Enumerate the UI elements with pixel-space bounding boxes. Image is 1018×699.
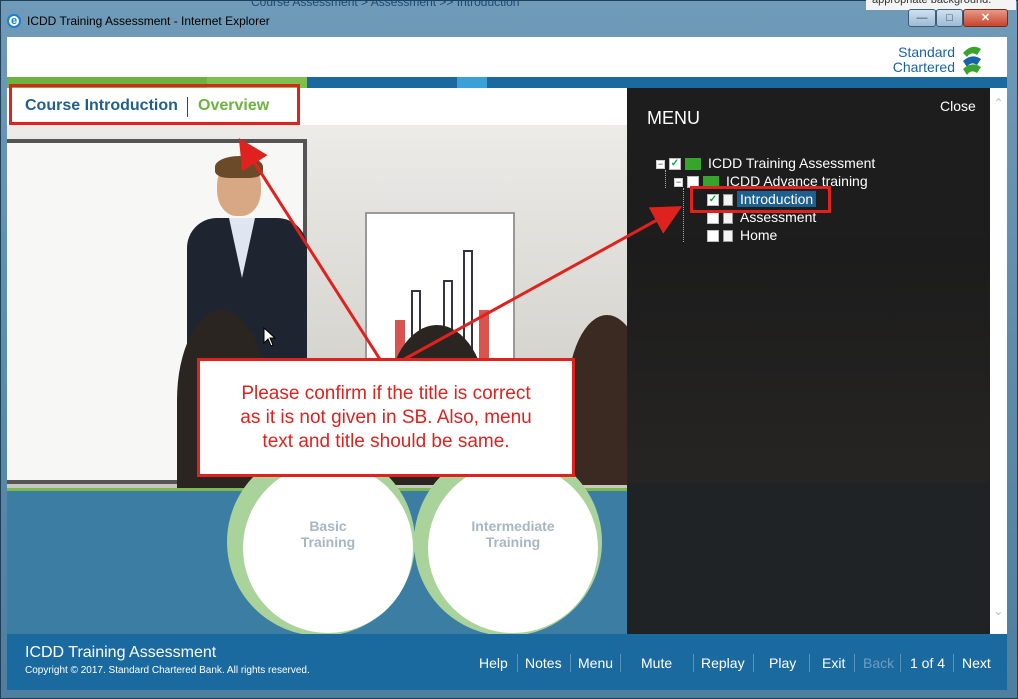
vertical-scrollbar[interactable]: ⌃ ⌄ [990,88,1007,634]
collapse-icon[interactable]: − [674,177,683,187]
logo-text-line1: Standard [898,44,955,60]
player-footer: ICDD Training Assessment Copyright © 201… [7,634,1007,690]
replay-button[interactable]: Replay [701,655,745,671]
logo-text-line2: Chartered [892,59,955,75]
checkbox[interactable] [707,230,719,243]
review-comment-line2: as it is not given in SB. Also, menu [240,407,532,428]
basic-training-card[interactable]: Basic Training [243,451,413,633]
help-button[interactable]: Help [479,655,508,671]
window-titlebar[interactable]: e ICDD Training Assessment - Internet Ex… [1,1,1017,37]
checkbox[interactable] [707,212,719,225]
menu-item-label: Home [740,227,778,243]
back-button[interactable]: Back [863,655,894,671]
page-indicator: 1 of 4 [910,655,946,671]
scroll-up-icon[interactable]: ⌃ [992,96,1005,110]
menu-item-highlight-box [690,186,831,213]
mouse-cursor-icon [263,327,277,347]
copyright-text: Copyright © 2017. Standard Chartered Ban… [25,665,310,676]
review-comment-callout: Please confirm if the title is correct a… [197,358,575,477]
intermediate-training-card[interactable]: Intermediate Training [428,451,598,633]
document-icon [723,230,733,243]
play-button[interactable]: Play [769,655,796,671]
window-title: ICDD Training Assessment - Internet Expl… [27,14,270,28]
menu-button[interactable]: Menu [578,655,613,671]
audience-member [567,315,627,485]
standard-chartered-logo: Standard Chartered [883,43,993,77]
title-highlight-box [9,84,300,125]
menu-tree-root[interactable]: − ✓ ICDD Training Assessment [656,154,878,172]
intermediate-training-label-line1: Intermediate [471,518,555,534]
internet-explorer-icon: e [7,14,21,28]
intermediate-training-label-line2: Training [485,534,541,550]
folder-icon [685,158,701,171]
basic-training-label-line1: Basic [309,518,347,534]
basic-training-label-line2: Training [300,534,356,550]
footer-course-title: ICDD Training Assessment [25,644,217,661]
notes-button[interactable]: Notes [525,655,562,671]
menu-close-button[interactable]: Close [940,98,976,114]
minimize-button[interactable]: — [908,9,936,27]
maximize-button[interactable]: □ [936,9,963,27]
menu-panel: MENU Close − ✓ ICDD Training Assessment − I… [627,88,990,634]
collapse-icon[interactable]: − [656,159,665,169]
browser-window: Course Assessment > Assessment >> Introd… [0,0,1018,699]
review-comment-line3: text and title should be same. [262,431,510,452]
training-levels-panel: Basic Training Intermediate Training [7,448,627,634]
review-comment-line1: Please confirm if the title is correct [241,383,531,404]
mute-button[interactable]: Mute [641,655,672,671]
next-button[interactable]: Next [962,655,991,671]
close-window-button[interactable]: ✕ [963,9,1008,27]
exit-button[interactable]: Exit [822,655,845,671]
menu-tree-root-label: ICDD Training Assessment [708,155,876,171]
checkbox[interactable]: ✓ [669,158,681,171]
menu-item-home[interactable]: Home [707,226,780,244]
scroll-down-icon[interactable]: ⌄ [992,604,1005,618]
logo-mark-icon [963,46,981,75]
document-icon [723,212,733,225]
menu-title: MENU [647,108,700,128]
